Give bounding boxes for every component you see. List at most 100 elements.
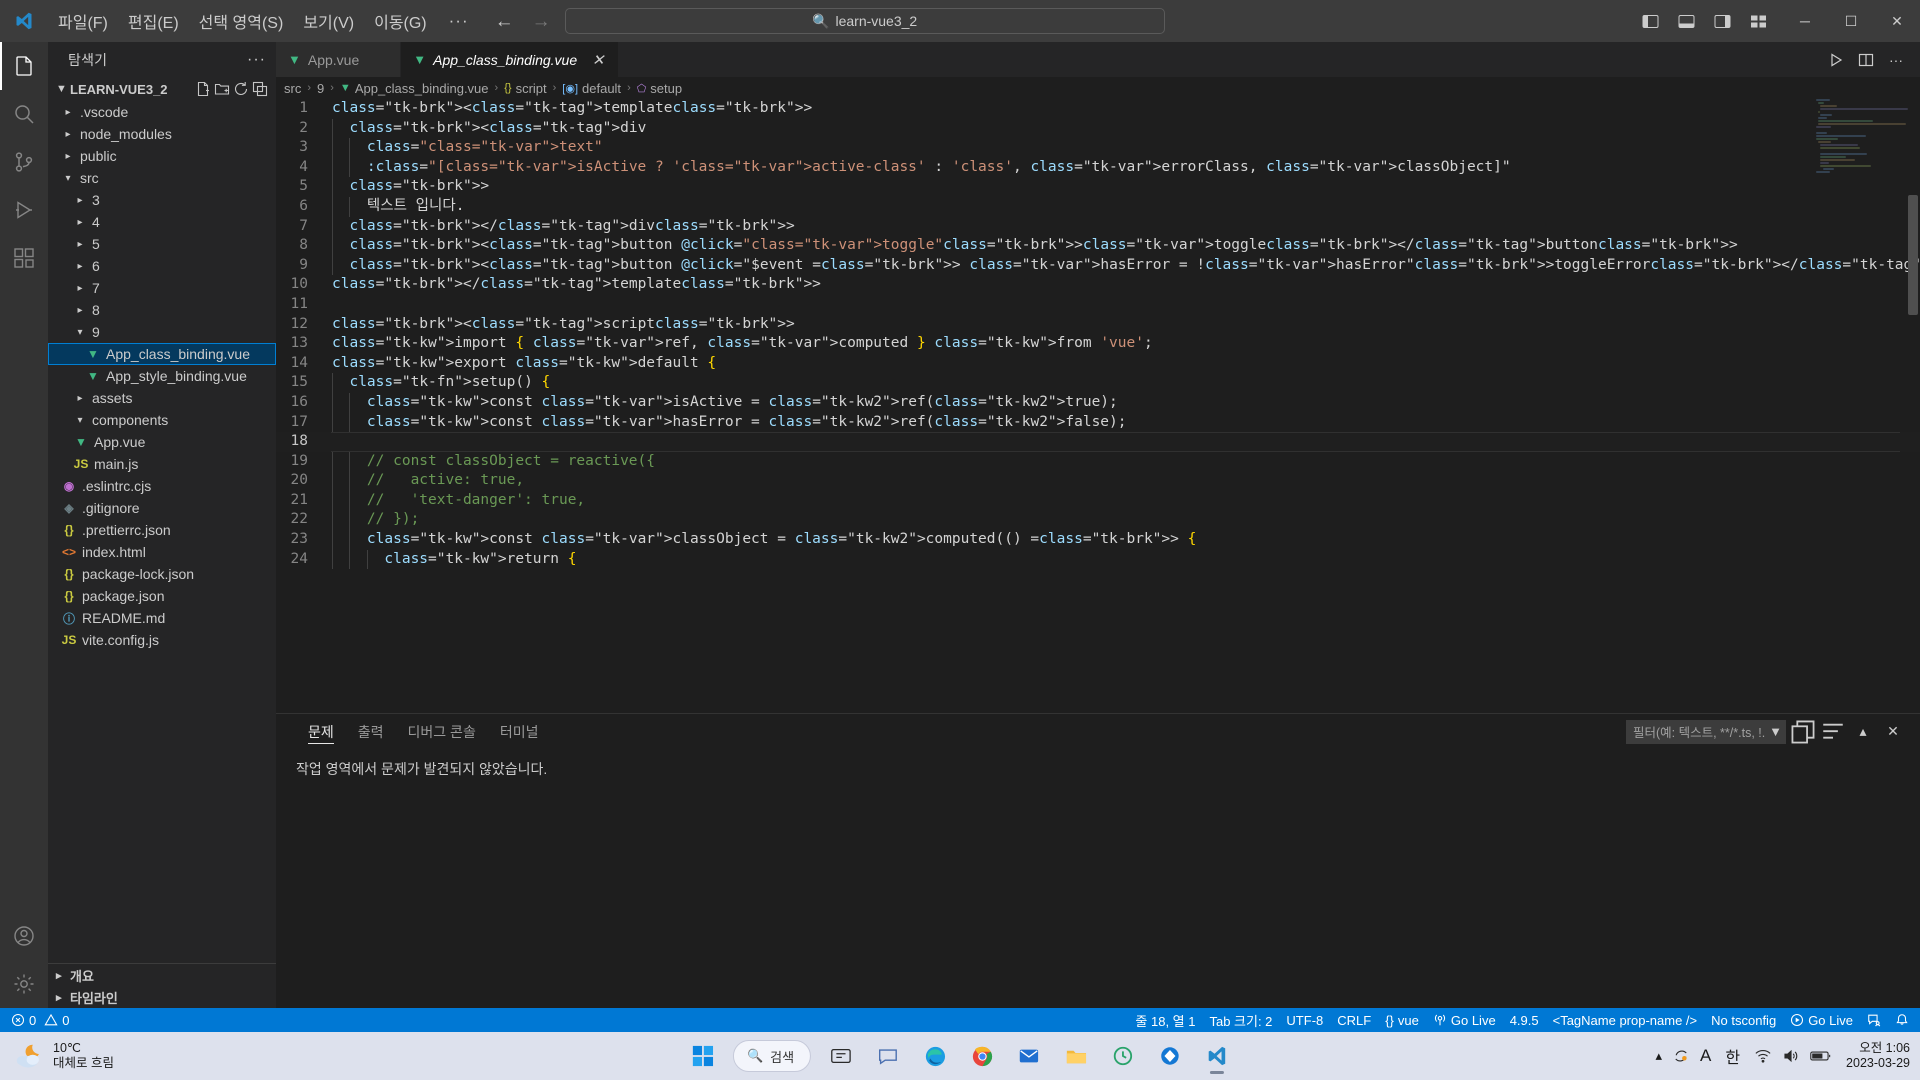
folder-icon[interactable] (1055, 1036, 1097, 1076)
status-feedback[interactable] (1860, 1008, 1888, 1032)
line-content[interactable]: class="tk-kw">export class="tk-kw">defau… (324, 354, 716, 374)
new-folder-icon[interactable] (214, 81, 230, 97)
line-content[interactable]: class="tk-brk"><class="tk-tag">scriptcla… (324, 315, 795, 335)
scrollbar-thumb[interactable] (1908, 195, 1918, 315)
battery-icon[interactable] (1810, 1049, 1832, 1063)
taskbar-search[interactable]: 🔍 검색 (733, 1040, 811, 1072)
chevron-right-icon[interactable]: ▸ (72, 305, 88, 316)
chevron-right-icon[interactable]: ▸ (60, 129, 76, 140)
line-content[interactable]: class="tk-brk"><class="tk-tag">templatec… (324, 99, 812, 119)
chevron-right-icon[interactable]: ▸ (72, 393, 88, 404)
sidebar-more-actions-button[interactable]: ··· (247, 51, 266, 69)
tree-file-row[interactable]: ▼ App_style_binding.vue (48, 365, 276, 387)
wifi-icon[interactable] (1754, 1047, 1772, 1065)
sidebar-section-timeline[interactable]: ▸ 타임라인 (48, 986, 276, 1008)
status-problems[interactable]: 0 0 (4, 1008, 76, 1032)
menu-more-button[interactable]: ··· (437, 0, 481, 42)
code-lines[interactable]: 1 class="tk-brk"><class="tk-tag">template… (276, 99, 1920, 569)
line-content[interactable]: class="tk-brk">> (324, 177, 489, 197)
diamond-icon[interactable] (1149, 1036, 1191, 1076)
arrow-right-icon[interactable]: → (532, 12, 551, 31)
volume-icon[interactable] (1782, 1047, 1800, 1065)
tree-file-row[interactable]: <> index.html (48, 541, 276, 563)
new-file-icon[interactable] (195, 81, 211, 97)
clear-icon[interactable] (1820, 719, 1846, 745)
chevron-down-icon[interactable]: ▾ (72, 415, 88, 426)
tree-folder-row[interactable]: ▸ 3 (48, 189, 276, 211)
status-encoding[interactable]: UTF-8 (1279, 1008, 1330, 1032)
tree-file-row[interactable]: ⓘ README.md (48, 607, 276, 629)
tree-file-row[interactable]: ◉ .eslintrc.cjs (48, 475, 276, 497)
chat-icon[interactable] (867, 1036, 909, 1076)
chevron-right-icon[interactable]: ▸ (72, 217, 88, 228)
code-editor[interactable]: 1 class="tk-brk"><class="tk-tag">template… (276, 99, 1920, 713)
status-language-mode[interactable]: {} vue (1378, 1008, 1426, 1032)
tree-file-row[interactable]: {} package-lock.json (48, 563, 276, 585)
run-icon[interactable] (1822, 42, 1850, 77)
code-line[interactable]: 15 class="tk-fn">setup() { (276, 373, 1920, 393)
chevron-right-icon[interactable]: ▸ (72, 261, 88, 272)
status-cursor-position[interactable]: 줄 18, 열 1 (1128, 1008, 1202, 1032)
customize-layout-icon[interactable] (1740, 0, 1776, 42)
ime-a-icon[interactable]: A (1700, 1046, 1711, 1066)
minimize-button[interactable]: ─ (1782, 0, 1828, 42)
activity-extensions[interactable] (0, 234, 48, 282)
tree-folder-row[interactable]: ▸ assets (48, 387, 276, 409)
breadcrumb-item-setup[interactable]: ⬠ setup (637, 81, 682, 96)
status-go-live-left[interactable]: Go Live (1426, 1008, 1503, 1032)
breadcrumb-item-src[interactable]: src (284, 81, 301, 96)
breadcrumb-item-file[interactable]: ▼ App_class_binding.vue (340, 81, 489, 96)
line-content[interactable]: class="tk-brk"></class="tk-tag">divclass… (324, 217, 795, 237)
edge-icon[interactable] (914, 1036, 956, 1076)
tree-folder-row[interactable]: ▾ components (48, 409, 276, 431)
activity-run-debug[interactable] (0, 186, 48, 234)
toggle-primary-sidebar-icon[interactable] (1632, 0, 1668, 42)
tree-folder-row[interactable]: ▸ 7 (48, 277, 276, 299)
new-panel-icon[interactable] (1790, 719, 1816, 745)
close-button[interactable]: ✕ (1874, 0, 1920, 42)
tree-folder-row[interactable]: ▸ public (48, 145, 276, 167)
activity-explorer[interactable] (0, 42, 48, 90)
code-line[interactable]: 9 class="tk-brk"><class="tk-tag">button … (276, 256, 1920, 276)
code-line[interactable]: 6 텍스트 입니다. (276, 197, 1920, 217)
mail-icon[interactable] (1008, 1036, 1050, 1076)
menu-go[interactable]: 이동(G) (364, 0, 437, 42)
code-line[interactable]: 16 class="tk-kw">const class="tk-var">is… (276, 393, 1920, 413)
tree-folder-row[interactable]: ▸ node_modules (48, 123, 276, 145)
status-tagname[interactable]: <TagName prop-name /> (1546, 1008, 1705, 1032)
breadcrumb-item-script[interactable]: {} script (504, 81, 546, 96)
line-content[interactable]: class="tk-kw">return { (324, 550, 576, 570)
maximize-panel-icon[interactable]: ▴ (1850, 719, 1876, 745)
menu-file[interactable]: 파일(F) (48, 0, 118, 42)
line-content[interactable]: class="tk-brk"></class="tk-tag">template… (324, 275, 821, 295)
status-indentation[interactable]: Tab 크기: 2 (1202, 1008, 1279, 1032)
line-content[interactable]: class="tk-kw">import { class="tk-var">re… (324, 334, 1153, 354)
line-content[interactable] (324, 295, 341, 315)
tree-folder-row[interactable]: ▸ 8 (48, 299, 276, 321)
command-center-search[interactable]: 🔍 learn-vue3_2 (565, 8, 1165, 34)
toggle-secondary-sidebar-icon[interactable] (1704, 0, 1740, 42)
tree-file-row[interactable]: ◈ .gitignore (48, 497, 276, 519)
status-eol[interactable]: CRLF (1330, 1008, 1378, 1032)
tree-folder-row[interactable]: ▾ 9 (48, 321, 276, 343)
code-line[interactable]: 1 class="tk-brk"><class="tk-tag">template… (276, 99, 1920, 119)
sidebar-section-outline[interactable]: ▸ 개요 (48, 964, 276, 986)
tree-folder-row[interactable]: ▾ src (48, 167, 276, 189)
chevron-right-icon[interactable]: ▸ (60, 151, 76, 162)
line-content[interactable]: 텍스트 입니다. (324, 197, 464, 217)
status-tsconfig[interactable]: No tsconfig (1704, 1008, 1783, 1032)
line-content[interactable]: class="tk-kw">const class="tk-var">isAct… (324, 393, 1118, 413)
chrome-icon[interactable] (961, 1036, 1003, 1076)
line-content[interactable]: class="tk-brk"><class="tk-tag">button @c… (324, 256, 1920, 276)
task-view-icon[interactable] (820, 1036, 862, 1076)
windows-start-icon[interactable] (682, 1036, 724, 1076)
panel-tab-terminal[interactable]: 터미널 (488, 714, 551, 749)
refresh-icon[interactable] (233, 81, 249, 97)
line-content[interactable]: class="tk-kw">const class="tk-var">hasEr… (324, 413, 1127, 433)
chevron-down-icon[interactable]: ▾ (72, 327, 88, 338)
chevron-up-icon[interactable]: ▴ (1655, 1048, 1662, 1064)
tree-file-row[interactable]: JS main.js (48, 453, 276, 475)
code-line[interactable]: 13 class="tk-kw">import { class="tk-var">… (276, 334, 1920, 354)
tree-file-row[interactable]: ▼ App.vue (48, 431, 276, 453)
circle-arrow-icon[interactable] (1102, 1036, 1144, 1076)
